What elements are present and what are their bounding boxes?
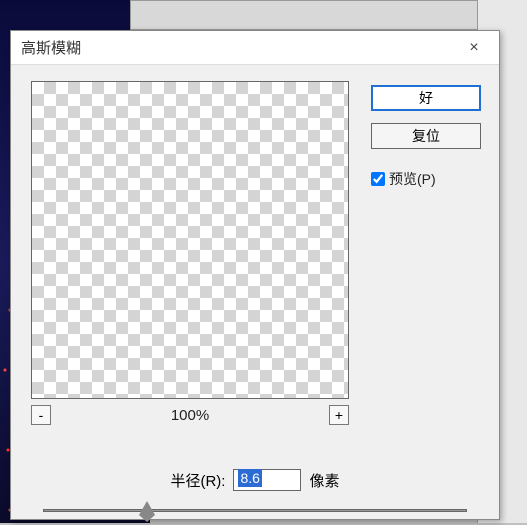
close-button[interactable]: × (459, 36, 489, 60)
radius-label: 半径(R): (170, 470, 225, 491)
preview-canvas[interactable] (31, 81, 349, 399)
gaussian-blur-dialog: 高斯模糊 × - 100% + 好 复位 预览(P) (10, 30, 500, 520)
radius-slider[interactable] (43, 501, 467, 525)
background-toolbar (130, 0, 527, 30)
radius-row: 半径(R): 8.6 像素 (11, 469, 499, 491)
dialog-content: - 100% + 好 复位 预览(P) (11, 65, 499, 441)
preview-column: - 100% + (31, 81, 351, 425)
reset-button[interactable]: 复位 (371, 123, 481, 149)
preview-checkbox-label: 预览(P) (389, 169, 436, 189)
minus-icon: - (39, 407, 44, 423)
radius-input[interactable]: 8.6 (233, 469, 301, 491)
plus-icon: + (335, 407, 343, 423)
radius-unit-label: 像素 (309, 470, 339, 491)
close-icon: × (469, 39, 478, 57)
zoom-controls: - 100% + (31, 405, 349, 425)
slider-thumb[interactable] (139, 501, 155, 515)
zoom-in-button[interactable]: + (329, 405, 349, 425)
zoom-level-label: 100% (171, 407, 209, 424)
ok-button[interactable]: 好 (371, 85, 481, 111)
preview-checkbox-row[interactable]: 预览(P) (371, 169, 481, 189)
zoom-out-button[interactable]: - (31, 405, 51, 425)
dialog-title: 高斯模糊 (21, 37, 81, 58)
preview-checkbox[interactable] (371, 172, 385, 186)
dialog-titlebar[interactable]: 高斯模糊 × (11, 31, 499, 65)
slider-track (43, 509, 467, 512)
controls-column: 好 复位 预览(P) (371, 81, 481, 425)
